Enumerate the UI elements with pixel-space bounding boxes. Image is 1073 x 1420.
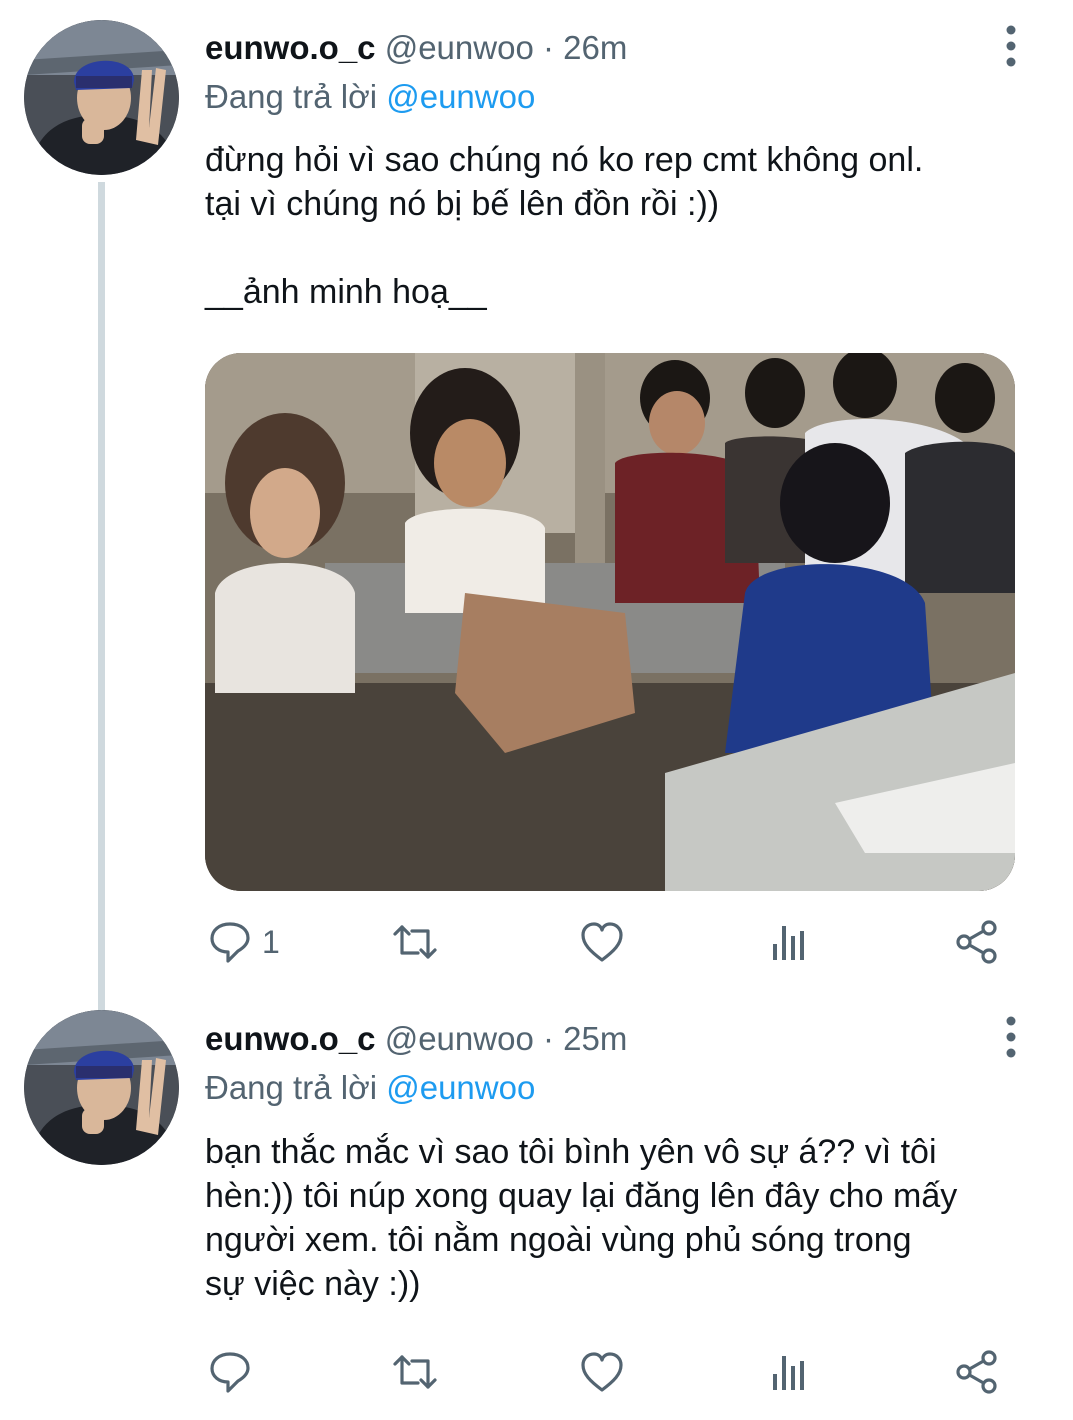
retweet-icon (393, 1355, 437, 1389)
analytics-button[interactable] (771, 912, 807, 972)
tweet-header: eunwo.o_c @eunwoo · 26m (205, 28, 627, 68)
separator-dot: · (542, 29, 554, 66)
tweet-1[interactable]: eunwo.o_c @eunwoo · 26m Đang trả lời @eu… (0, 0, 1073, 1012)
tweet-actions (0, 1342, 1073, 1402)
share-icon (956, 1350, 997, 1394)
tweet-actions: 1 (0, 912, 1073, 972)
heart-icon (581, 922, 623, 962)
reply-icon (210, 922, 250, 963)
retweet-button[interactable] (391, 1342, 439, 1402)
tweet-text: đừng hỏi vì sao chúng nó ko rep cmt khôn… (205, 141, 924, 311)
like-button[interactable] (580, 1342, 624, 1402)
display-name[interactable]: eunwo.o_c (205, 1020, 376, 1057)
replying-to-label: Đang trả lời (205, 78, 378, 115)
avatar[interactable] (24, 1010, 179, 1165)
reply-button[interactable]: 1 (208, 912, 280, 972)
replying-to-mention[interactable]: @eunwoo (386, 78, 535, 115)
reply-button[interactable] (208, 1342, 252, 1402)
display-name[interactable]: eunwo.o_c (205, 29, 376, 66)
handle[interactable]: @eunwoo (385, 29, 534, 66)
analytics-button[interactable] (771, 1342, 807, 1402)
handle[interactable]: @eunwoo (385, 1020, 534, 1057)
tweet-text: bạn thắc mắc vì sao tôi bình yên vô sự á… (205, 1133, 958, 1303)
more-vertical-icon (1006, 1016, 1016, 1058)
replying-to-label: Đang trả lời (205, 1069, 378, 1106)
like-button[interactable] (580, 912, 624, 972)
share-button[interactable] (955, 912, 999, 972)
heart-icon (581, 1352, 623, 1392)
analytics-icon (773, 1356, 804, 1390)
reply-count: 1 (262, 923, 280, 960)
share-icon (956, 920, 997, 964)
separator-dot: · (542, 1020, 554, 1057)
share-button[interactable] (955, 1342, 999, 1402)
retweet-icon (393, 925, 437, 959)
tweet-header: eunwo.o_c @eunwoo · 25m (205, 1019, 627, 1059)
timestamp[interactable]: 25m (563, 1020, 627, 1057)
analytics-icon (773, 926, 804, 960)
replying-to: Đang trả lời @eunwoo (205, 77, 535, 117)
timestamp[interactable]: 26m (563, 29, 627, 66)
thread-connector-line (98, 182, 105, 1012)
avatar-image (24, 20, 179, 175)
tweet-2[interactable]: eunwo.o_c @eunwoo · 25m Đang trả lời @eu… (0, 995, 1073, 1420)
replying-to: Đang trả lời @eunwoo (205, 1068, 535, 1108)
avatar-image (24, 1010, 179, 1165)
tweet-media-photo[interactable] (205, 353, 1015, 891)
reply-icon (210, 1352, 250, 1393)
retweet-button[interactable] (391, 912, 439, 972)
avatar[interactable] (24, 20, 179, 175)
replying-to-mention[interactable]: @eunwoo (386, 1069, 535, 1106)
photo-image (205, 353, 1015, 891)
more-vertical-icon (1006, 25, 1016, 67)
more-options-button[interactable] (994, 1015, 1028, 1059)
more-options-button[interactable] (994, 24, 1028, 68)
